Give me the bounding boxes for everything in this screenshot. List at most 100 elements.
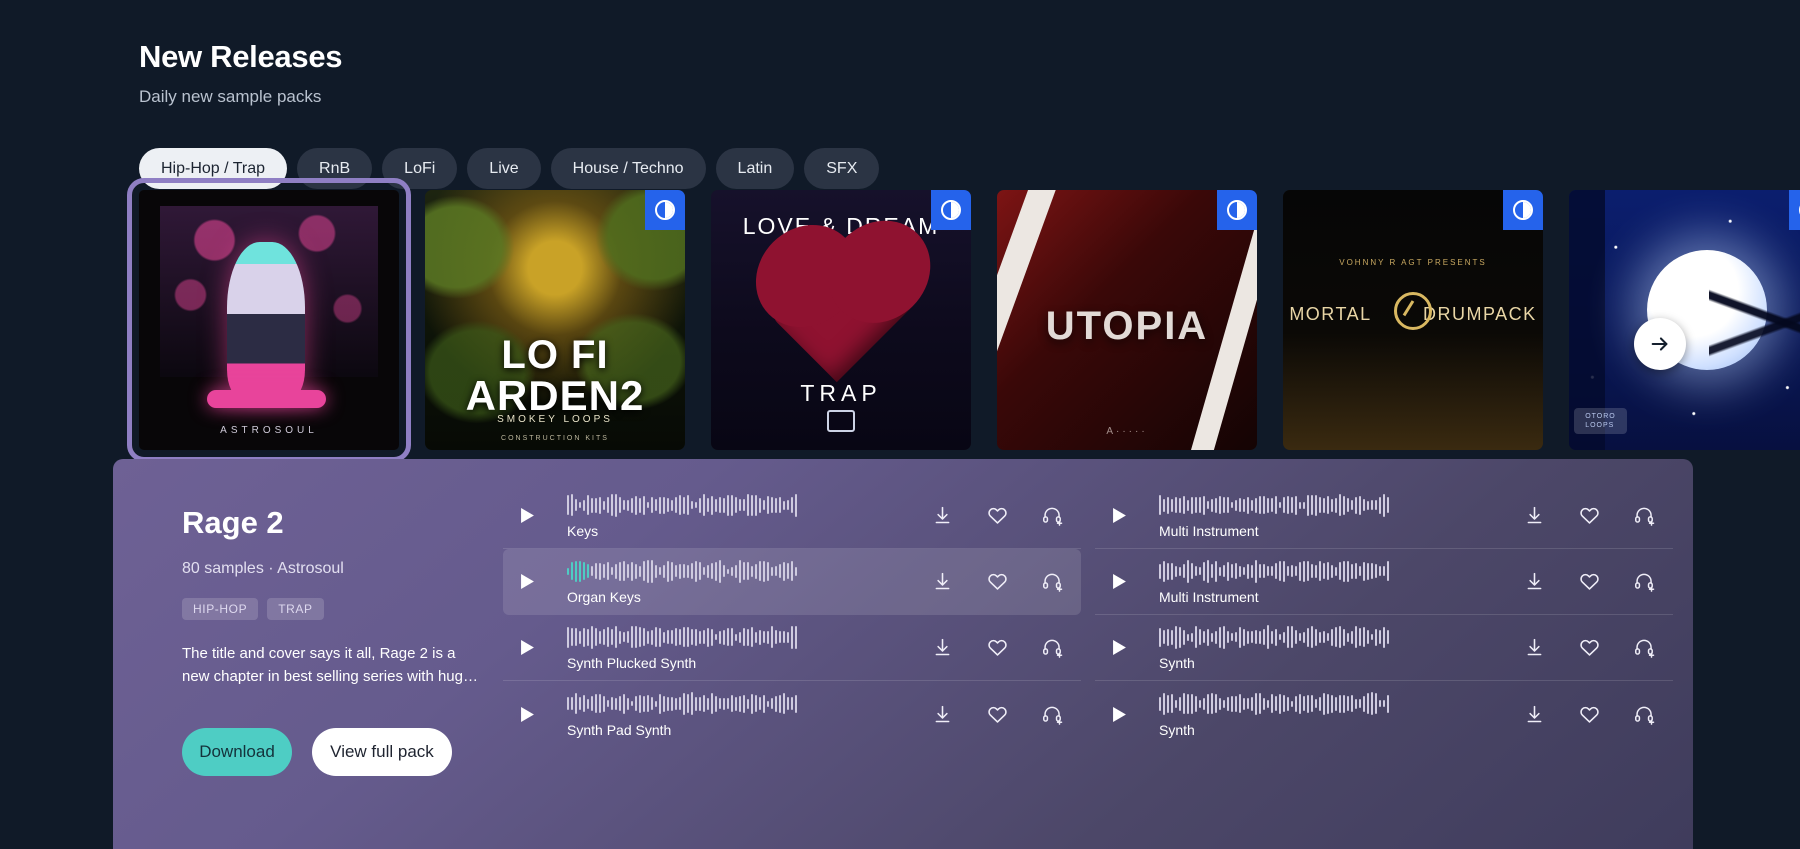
sample-waveform-area: Multi Instrument (1137, 558, 1498, 605)
waveform[interactable] (1159, 691, 1498, 717)
waveform[interactable] (1159, 492, 1498, 518)
sample-download-button[interactable] (932, 571, 953, 592)
sample-download-button[interactable] (1524, 571, 1545, 592)
waveform[interactable] (567, 691, 906, 717)
sample-row[interactable]: Synth (1095, 615, 1673, 681)
waveform[interactable] (567, 558, 906, 584)
sample-waveform-area: Synth Plucked Synth (545, 624, 906, 671)
sample-download-button[interactable] (932, 704, 953, 725)
sample-row-actions (932, 704, 1063, 725)
view-full-pack-button[interactable]: View full pack (312, 728, 452, 776)
sample-row[interactable]: Organ Keys (503, 549, 1081, 615)
waveform[interactable] (1159, 624, 1498, 650)
sample-favorite-button[interactable] (1579, 571, 1600, 592)
download-icon (1527, 572, 1542, 590)
waveform[interactable] (567, 624, 906, 650)
play-icon (1112, 508, 1126, 523)
heart-icon (1580, 639, 1599, 656)
sample-add-to-playlist-button[interactable] (1634, 637, 1655, 658)
play-icon (1112, 640, 1126, 655)
pack-source-badge (1503, 190, 1543, 230)
sample-row-actions (1524, 637, 1655, 658)
download-icon (935, 705, 950, 722)
filter-chip-live[interactable]: Live (467, 148, 541, 189)
filter-chip-lofi[interactable]: LoFi (382, 148, 458, 189)
sample-favorite-button[interactable] (987, 704, 1008, 725)
filter-chip-rnb[interactable]: RnB (297, 148, 373, 189)
sample-row-actions (1524, 704, 1655, 725)
pack-info: Rage 2 80 samples · Astrosoul HIP-HOP TRA… (182, 504, 522, 776)
play-icon (520, 640, 534, 655)
pack-actions: Download View full pack (182, 728, 522, 776)
filter-chip-hip-hop-trap[interactable]: Hip-Hop / Trap (139, 148, 288, 189)
pack-card[interactable]: LO FI ARDEN2 SMOKEY LOOPS CONSTRUCTION KIT… (425, 190, 685, 450)
filter-chip-sfx[interactable]: SFX (804, 148, 880, 189)
sample-row[interactable]: Keys (503, 483, 1081, 549)
sample-add-to-playlist-button[interactable] (1634, 704, 1655, 725)
sample-play-button[interactable] (509, 706, 545, 722)
sample-download-button[interactable] (1524, 704, 1545, 725)
pack-card[interactable]: LOVE & DREAM TRAP (711, 190, 971, 450)
sample-favorite-button[interactable] (1579, 505, 1600, 526)
waveform[interactable] (1159, 558, 1498, 584)
waveform[interactable] (567, 492, 906, 518)
pack-card[interactable]: VOHNNY R AGT PRESENTS MORTAL DRUMPACK (1283, 190, 1543, 450)
sample-add-to-playlist-button[interactable] (1634, 571, 1655, 592)
filter-chip-house-techno[interactable]: House / Techno (550, 148, 706, 189)
sample-row[interactable]: Synth (1095, 681, 1673, 747)
sample-download-button[interactable] (932, 637, 953, 658)
sample-favorite-button[interactable] (987, 637, 1008, 658)
sample-download-button[interactable] (1524, 505, 1545, 526)
pack-card[interactable]: UTOPIA A····· (997, 190, 1257, 450)
sample-play-button[interactable] (1101, 574, 1137, 589)
pack-card[interactable]: OTORO LOOPS (1569, 190, 1800, 450)
sample-add-to-playlist-button[interactable] (1042, 571, 1063, 592)
play-icon (520, 706, 534, 722)
sample-play-button[interactable] (1101, 508, 1137, 523)
pack-description: The title and cover says it all, Rage 2 … (182, 645, 478, 685)
sample-waveform-area: Synth (1137, 691, 1498, 738)
download-icon (935, 506, 950, 524)
sample-add-to-playlist-button[interactable] (1634, 505, 1655, 526)
pack-card[interactable]: ASTROSOUL (127, 178, 411, 462)
moon-badge-icon (1513, 200, 1533, 220)
sample-row[interactable]: Multi Instrument (1095, 483, 1673, 549)
new-releases-page: New Releases Daily new sample packs Hip-… (0, 0, 1800, 849)
genre-filter-bar: Hip-Hop / Trap RnB LoFi Live House / Techno L… (139, 148, 880, 189)
pack-detail-panel: Rage 2 80 samples · Astrosoul HIP-HOP TRA… (113, 459, 1693, 849)
download-icon (935, 572, 950, 590)
sample-add-to-playlist-button[interactable] (1042, 704, 1063, 725)
sample-play-button[interactable] (509, 508, 545, 523)
sample-play-button[interactable] (509, 640, 545, 655)
carousel-next-button[interactable] (1634, 318, 1686, 370)
headphones-add-icon (1635, 706, 1655, 725)
sample-row-actions (932, 505, 1063, 526)
page-header: New Releases Daily new sample packs (139, 38, 343, 108)
sample-download-button[interactable] (932, 505, 953, 526)
sample-favorite-button[interactable] (987, 571, 1008, 592)
sample-favorite-button[interactable] (1579, 637, 1600, 658)
headphones-add-icon (1635, 507, 1655, 526)
sample-waveform-area: Synth Pad Synth (545, 691, 906, 738)
sample-download-button[interactable] (1524, 637, 1545, 658)
sample-favorite-button[interactable] (1579, 704, 1600, 725)
sample-play-button[interactable] (1101, 706, 1137, 722)
sample-waveform-area: Organ Keys (545, 558, 906, 605)
sample-play-button[interactable] (509, 574, 545, 589)
sample-name: Multi Instrument (1159, 589, 1259, 605)
sample-row[interactable]: Synth Pad Synth (503, 681, 1081, 747)
heart-icon (988, 706, 1007, 723)
filter-chip-latin[interactable]: Latin (715, 148, 795, 189)
sample-row[interactable]: Synth Plucked Synth (503, 615, 1081, 681)
pack-source-badge (1789, 190, 1800, 230)
sample-row[interactable]: Multi Instrument (1095, 549, 1673, 615)
sample-add-to-playlist-button[interactable] (1042, 637, 1063, 658)
sample-play-button[interactable] (1101, 640, 1137, 655)
sample-row-actions (932, 637, 1063, 658)
sample-favorite-button[interactable] (987, 505, 1008, 526)
headphones-add-icon (1635, 573, 1655, 592)
sample-row-actions (1524, 505, 1655, 526)
page-title: New Releases (139, 39, 343, 74)
sample-add-to-playlist-button[interactable] (1042, 505, 1063, 526)
download-button[interactable]: Download (182, 728, 292, 776)
